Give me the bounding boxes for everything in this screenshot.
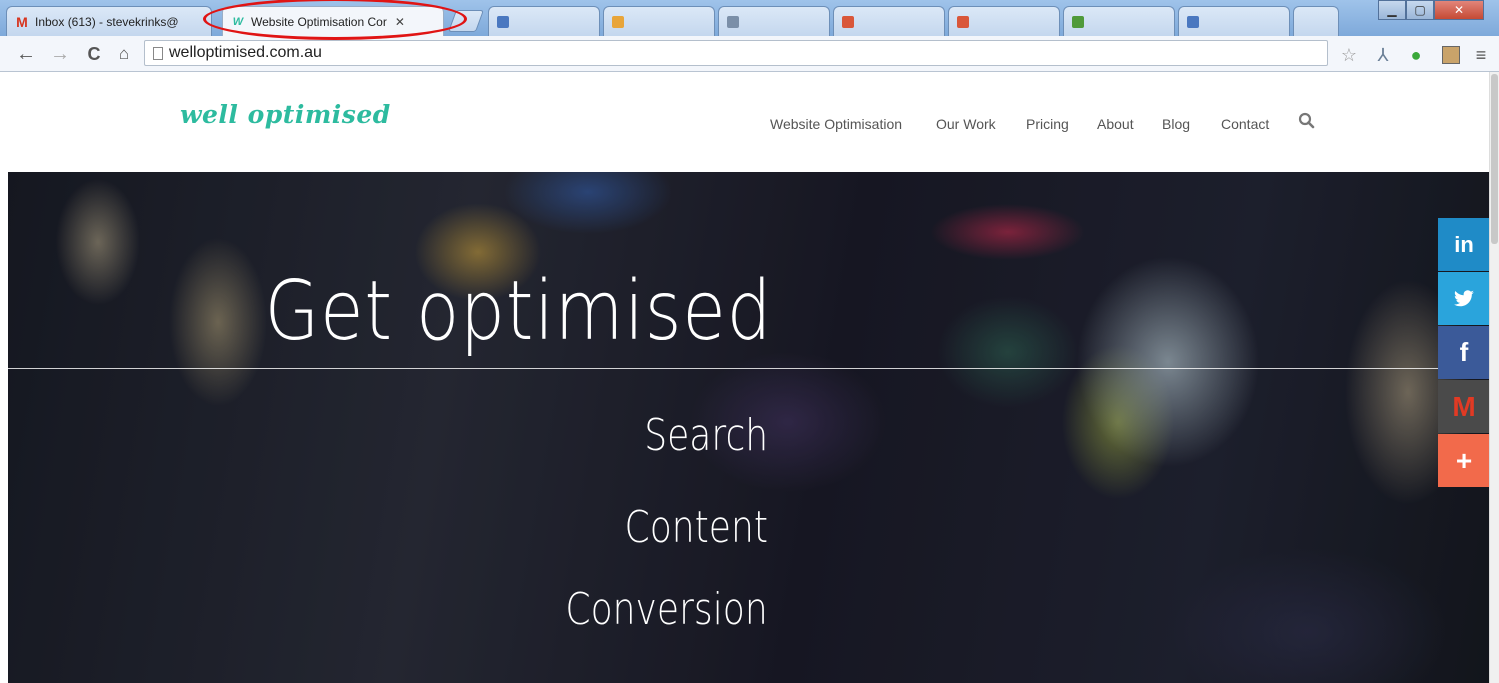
hero-banner: Get optimised Search Content Conversion [8, 172, 1490, 683]
evernote-icon[interactable]: ● [1405, 44, 1427, 66]
tab-background[interactable] [1063, 6, 1175, 36]
reload-icon[interactable]: C [82, 42, 106, 66]
tab-favicon-icon [842, 15, 854, 28]
tab-gmail-inbox[interactable]: M Inbox (613) - stevekrinks@ [6, 6, 212, 36]
site-logo[interactable]: well optimised [180, 100, 391, 129]
page-icon [153, 46, 163, 60]
tab-favicon-icon [497, 15, 509, 28]
browser-toolbar: ← → C ⌂ welloptimised.com.au ☆ ⅄ ● ≡ [0, 36, 1499, 72]
nav-website-optimisation[interactable]: Website Optimisation [770, 116, 902, 132]
nav-pricing[interactable]: Pricing [1026, 116, 1069, 132]
tab-favicon-icon [1072, 15, 1084, 28]
address-bar[interactable]: welloptimised.com.au [144, 40, 1328, 66]
nav-contact[interactable]: Contact [1221, 116, 1269, 132]
address-url[interactable]: welloptimised.com.au [169, 44, 322, 62]
hero-line-search: Search [644, 410, 768, 461]
bookmark-star-icon[interactable]: ☆ [1338, 44, 1360, 66]
facebook-icon: f [1459, 337, 1469, 367]
nav-blog[interactable]: Blog [1162, 116, 1190, 132]
share-twitter-button[interactable] [1438, 272, 1490, 325]
tab-title: Inbox (613) - stevekrinks@ [35, 14, 179, 29]
tab-background[interactable] [1178, 6, 1290, 36]
share-facebook-button[interactable]: f [1438, 326, 1490, 379]
page-scrollbar[interactable] [1489, 72, 1499, 683]
tab-favicon-icon [612, 15, 624, 28]
tab-favicon-icon [1187, 15, 1199, 28]
tab-favicon-icon [957, 15, 969, 28]
tab-background[interactable] [718, 6, 830, 36]
forward-arrow-icon[interactable]: → [48, 42, 72, 66]
tab-background[interactable] [948, 6, 1060, 36]
scrollbar-thumb[interactable] [1491, 74, 1498, 244]
tab-background[interactable] [603, 6, 715, 36]
minimize-button[interactable]: ▁ [1378, 0, 1406, 20]
gmail-favicon-icon: M [16, 13, 28, 30]
share-gmail-button[interactable]: M [1438, 380, 1490, 433]
hero-divider [8, 368, 1490, 369]
extension-icon[interactable]: ⅄ [1372, 44, 1394, 66]
maximize-button[interactable]: ▢ [1406, 0, 1434, 20]
back-arrow-icon[interactable]: ← [14, 42, 38, 66]
nav-about[interactable]: About [1097, 116, 1134, 132]
share-linkedin-button[interactable]: in [1438, 218, 1490, 271]
nav-our-work[interactable]: Our Work [936, 116, 996, 132]
tab-favicon-icon [727, 15, 739, 28]
menu-icon[interactable]: ≡ [1470, 44, 1492, 66]
share-more-button[interactable]: + [1438, 434, 1490, 487]
close-window-button[interactable]: ✕ [1434, 0, 1484, 20]
gmail-icon: M [1452, 390, 1476, 422]
hero-headline: Get optimised [264, 264, 772, 359]
profile-avatar-icon[interactable] [1440, 44, 1462, 66]
browser-tab-strip: M Inbox (613) - stevekrinks@ W Website O… [0, 0, 1499, 40]
hero-line-conversion: Conversion [565, 584, 768, 635]
twitter-icon [1454, 289, 1474, 306]
tab-background[interactable] [488, 6, 600, 36]
home-icon[interactable]: ⌂ [112, 42, 136, 66]
search-icon[interactable] [1298, 112, 1316, 130]
linkedin-icon: in [1454, 231, 1474, 257]
tab-background[interactable] [833, 6, 945, 36]
web-page: well optimised Website Optimisation Our … [0, 72, 1499, 683]
plus-icon: + [1455, 444, 1473, 476]
tab-background[interactable] [1293, 6, 1339, 36]
hero-line-content: Content [624, 502, 769, 553]
